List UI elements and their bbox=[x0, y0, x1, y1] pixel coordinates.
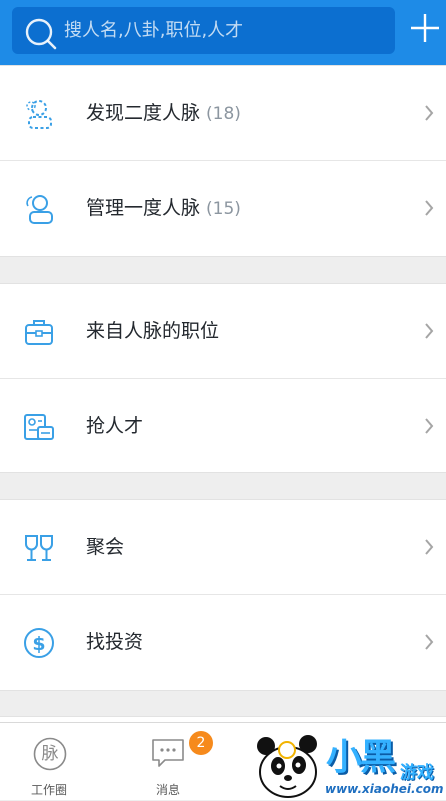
tab-work-circle[interactable]: 脉 工作圈 bbox=[0, 723, 110, 801]
menu-item-count: (18) bbox=[206, 104, 241, 124]
search-bar[interactable] bbox=[12, 7, 395, 54]
chevron-right-icon bbox=[425, 539, 434, 555]
menu-item-count: (15) bbox=[206, 199, 241, 219]
watermark-game-text: 游戏 bbox=[400, 763, 434, 783]
unread-badge: 2 bbox=[189, 731, 213, 755]
tab-label: 消息 bbox=[155, 783, 180, 797]
menu-item-label: 找投资 bbox=[86, 631, 144, 653]
resume-card-icon bbox=[24, 414, 54, 440]
panda-mascot-icon bbox=[257, 735, 317, 798]
wine-glasses-icon bbox=[25, 535, 53, 561]
menu-item-label: 管理一度人脉 bbox=[86, 197, 201, 219]
chevron-right-icon bbox=[425, 418, 434, 434]
mai-logo-text: 脉 bbox=[41, 744, 59, 764]
menu-item-label: 聚会 bbox=[86, 536, 125, 558]
search-icon bbox=[25, 18, 57, 50]
second-degree-contacts-icon bbox=[26, 100, 52, 129]
contacts-group: 发现二度人脉 (18) 管理一度人脉 (15) bbox=[0, 65, 446, 257]
menu-item-gathering[interactable]: 聚会 bbox=[0, 500, 446, 595]
social-group: 聚会 $ 找投资 bbox=[0, 499, 446, 691]
chevron-right-icon bbox=[425, 323, 434, 339]
tab-label: 工作圈 bbox=[30, 783, 67, 797]
watermark-url: www.xiaohei.com bbox=[325, 782, 444, 796]
search-input[interactable] bbox=[64, 16, 384, 44]
menu-item-jobs-from-contacts[interactable]: 来自人脉的职位 bbox=[0, 284, 446, 379]
briefcase-icon bbox=[25, 320, 53, 345]
menu-item-label: 来自人脉的职位 bbox=[86, 320, 220, 342]
chevron-right-icon bbox=[425, 634, 434, 650]
watermark-logo: 小黑 游戏 www.xiaohei.com bbox=[250, 724, 446, 800]
chevron-right-icon bbox=[425, 200, 434, 216]
add-icon[interactable] bbox=[409, 12, 441, 44]
top-bar bbox=[0, 0, 446, 65]
watermark-main-text: 小黑 bbox=[326, 737, 396, 778]
menu-item-label: 抢人才 bbox=[86, 415, 144, 437]
menu-item-discover-second-degree[interactable]: 发现二度人脉 (18) bbox=[0, 66, 446, 161]
svg-text:$: $ bbox=[32, 633, 45, 655]
first-degree-contacts-icon bbox=[26, 195, 53, 224]
dollar-coin-icon: $ bbox=[24, 628, 54, 658]
jobs-group: 来自人脉的职位 抢人才 bbox=[0, 283, 446, 473]
chat-bubble-icon bbox=[152, 739, 184, 767]
menu-item-manage-first-degree[interactable]: 管理一度人脉 (15) bbox=[0, 161, 446, 256]
chevron-right-icon bbox=[425, 105, 434, 121]
menu-item-grab-talent[interactable]: 抢人才 bbox=[0, 379, 446, 474]
menu-item-label: 发现二度人脉 bbox=[86, 102, 201, 124]
menu-item-find-investment[interactable]: $ 找投资 bbox=[0, 595, 446, 690]
